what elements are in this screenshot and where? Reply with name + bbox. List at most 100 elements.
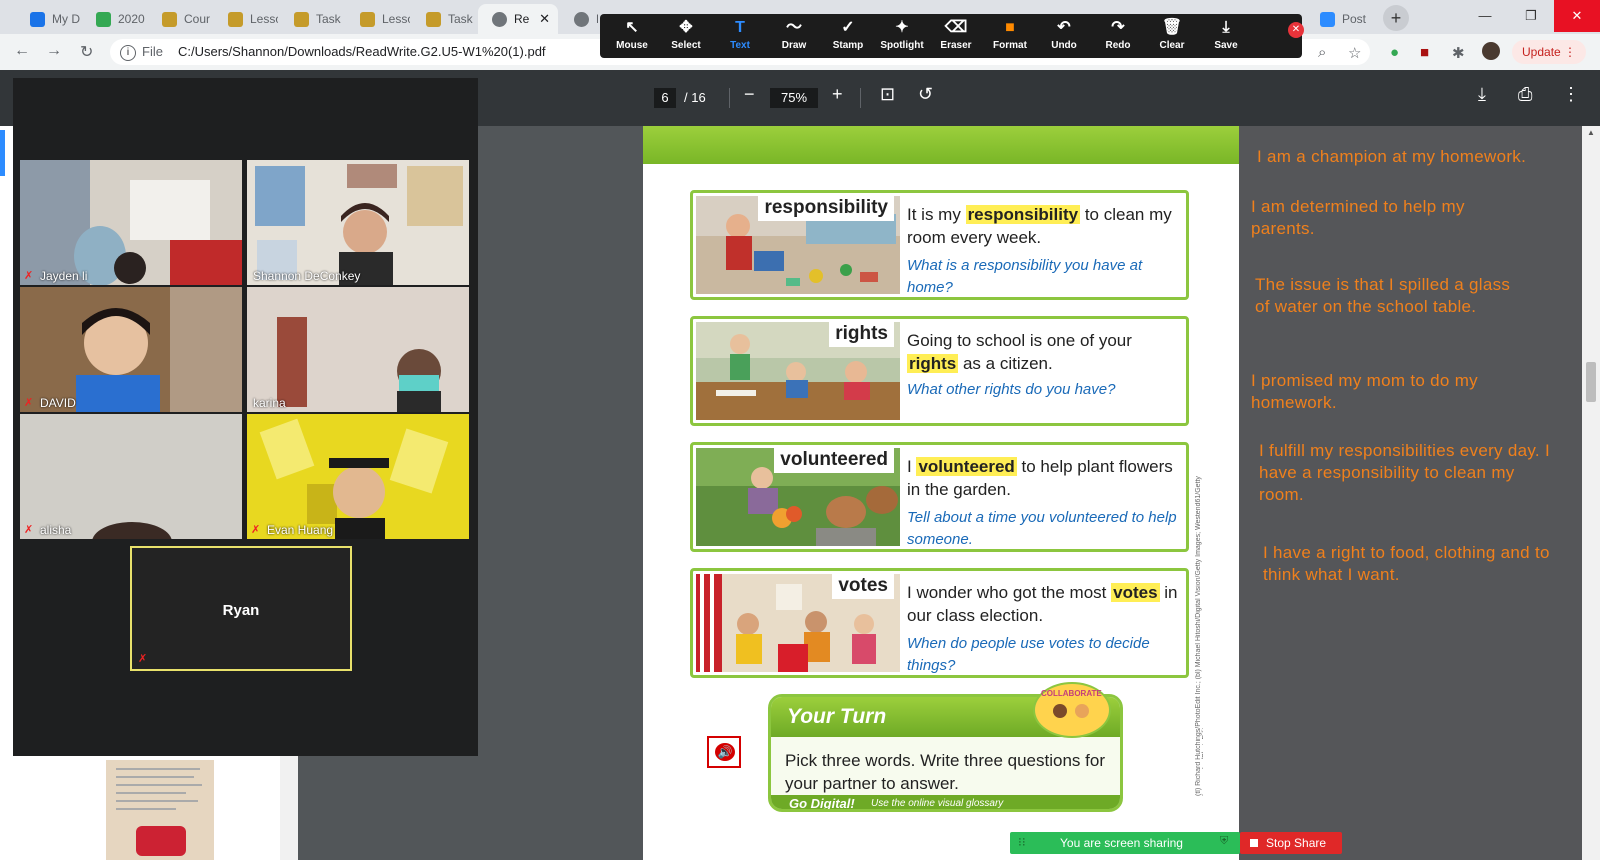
new-tab-button[interactable]: + (1383, 5, 1409, 31)
browser-tab[interactable]: Post (1306, 4, 1376, 34)
print-icon[interactable]: ⎙ (1518, 84, 1532, 105)
tab-title: Lesso (382, 12, 410, 26)
browser-tab[interactable]: Task (280, 4, 344, 34)
go-digital-label: Go Digital! (789, 796, 855, 811)
scroll-up-icon[interactable]: ▲ (1587, 128, 1595, 137)
sidebar-marker (0, 130, 5, 176)
classroom-icon (426, 12, 441, 27)
note-text[interactable]: The issue is that I spilled a glass of w… (1255, 274, 1525, 318)
browser-tab[interactable]: My D (16, 4, 80, 34)
spotlight-icon: ✦ (895, 19, 909, 36)
page-number-input[interactable]: 6 (654, 88, 676, 108)
scrollbar-thumb[interactable] (1586, 362, 1596, 402)
note-text[interactable]: I have a right to food, clothing and to … (1263, 542, 1553, 586)
note-text[interactable]: I promised my mom to do my homework. (1251, 370, 1541, 414)
tool-label: Format (993, 40, 1027, 51)
tab-title: Task (316, 12, 341, 26)
more-options-icon[interactable]: ⋮ (1562, 84, 1580, 105)
pdf-scrollbar[interactable]: ▲ (1582, 126, 1600, 860)
participant-name: alisha (40, 523, 72, 537)
page-thumbnail[interactable] (106, 760, 214, 860)
browser-tab[interactable]: Pr (560, 4, 598, 34)
participant-tile[interactable]: karina (247, 287, 469, 412)
participant-tile[interactable]: ✗ DAVID (20, 287, 242, 412)
kid-icon (1075, 704, 1089, 718)
tool-save-button[interactable]: ⤓ Save (1201, 16, 1251, 51)
browser-tab[interactable]: 2020 (82, 4, 146, 34)
browser-tab[interactable]: Lesso (346, 4, 410, 34)
fit-page-icon[interactable]: ⊡ (880, 84, 895, 105)
info-icon[interactable]: i (120, 45, 136, 61)
classroom-icon (294, 12, 309, 27)
note-text[interactable]: I fulfill my responsibilities every day.… (1259, 440, 1559, 506)
star-icon[interactable]: ☆ (1348, 44, 1361, 62)
close-tab-icon[interactable]: ✕ (539, 4, 550, 34)
participant-video (247, 414, 469, 539)
ublock-icon[interactable]: ■ (1420, 44, 1429, 61)
pdf-page: responsibility It is my responsibility t… (643, 126, 1239, 860)
participant-tile[interactable]: Shannon DeConkey (247, 160, 469, 285)
forward-icon[interactable]: → (46, 42, 62, 60)
reload-icon[interactable]: ↻ (80, 42, 93, 62)
tool-label: Select (671, 40, 701, 51)
rotate-icon[interactable]: ↺ (918, 84, 933, 105)
puzzle-icon[interactable]: ✱ (1452, 44, 1465, 62)
update-button[interactable]: Update ⋮ (1512, 40, 1586, 64)
browser-tab[interactable]: Lesso (214, 4, 278, 34)
back-icon[interactable]: ← (14, 42, 30, 60)
tool-format-button[interactable]: ■ Format (985, 16, 1035, 51)
screen-sharing-indicator[interactable]: ⁝⁝ You are screen sharing ⛨ (1010, 832, 1240, 854)
stop-icon (1250, 839, 1258, 847)
thumbnail-line (116, 776, 194, 778)
tool-eraser-button[interactable]: ⌫ Eraser (931, 16, 981, 51)
tool-text-button[interactable]: T Text (715, 16, 765, 51)
collaborate-label: COLLABORATE (1041, 689, 1102, 698)
tool-label: Clear (1159, 40, 1185, 51)
participant-tile[interactable]: ✗ alisha (20, 414, 242, 539)
vocab-card-votes: votes I wonder who got the most votes in… (690, 568, 1189, 678)
note-text[interactable]: I am determined to help my parents. (1251, 196, 1481, 240)
tab-title: My D (52, 12, 80, 26)
tool-undo-button[interactable]: ↶ Undo (1039, 16, 1089, 51)
zoom-in-icon[interactable]: + (832, 84, 843, 105)
tool-label: Draw (781, 40, 807, 51)
annotation-notes-area: I am a champion at my homework. I am det… (1239, 126, 1582, 860)
browser-tab[interactable]: Task (412, 4, 476, 34)
stop-share-button[interactable]: Stop Share (1240, 832, 1342, 854)
extension-icon[interactable]: ● (1390, 44, 1399, 61)
minimize-icon[interactable]: — (1462, 0, 1508, 32)
highlighted-word: volunteered (916, 457, 1017, 476)
tool-mouse-button[interactable]: ↖ Mouse (607, 16, 657, 51)
avatar[interactable] (1482, 42, 1500, 60)
participant-video (20, 160, 242, 285)
participant-name: DAVID (40, 396, 76, 410)
tool-draw-button[interactable]: 〜 Draw (769, 16, 819, 51)
audio-button[interactable]: 🔊 (707, 736, 741, 768)
close-annotation-icon[interactable]: ✕ (1288, 22, 1304, 38)
participant-video (20, 414, 242, 539)
tool-clear-button[interactable]: 🗑 Clear (1147, 16, 1197, 51)
sentence-part: It is my (907, 205, 966, 224)
download-icon[interactable]: ⤓ (1478, 84, 1486, 105)
tool-label: Stamp (832, 40, 864, 51)
browser-tab-active[interactable]: Re ✕ (478, 4, 558, 34)
tool-spotlight-button[interactable]: ✦ Spotlight (877, 16, 927, 51)
search-icon[interactable]: ⌕ (1318, 44, 1326, 61)
active-speaker-tile[interactable]: Ryan ✗ (130, 546, 352, 671)
tool-stamp-button[interactable]: ✓ Stamp (823, 16, 873, 51)
update-label: Update (1522, 45, 1561, 59)
toolbar-divider (860, 88, 861, 108)
participant-tile[interactable]: ✗ Jayden li (20, 160, 242, 285)
participant-tile[interactable]: ✗ Evan Huang (247, 414, 469, 539)
kid-icon (1053, 704, 1067, 718)
tool-redo-button[interactable]: ↷ Redo (1093, 16, 1143, 51)
close-window-icon[interactable]: ✕ (1554, 0, 1600, 32)
browser-tab[interactable]: Cour (148, 4, 212, 34)
note-text[interactable]: I am a champion at my homework. (1257, 146, 1587, 168)
tool-select-button[interactable]: ✥ Select (661, 16, 711, 51)
zoom-out-icon[interactable]: − (744, 84, 755, 105)
zoom-level-input[interactable]: 75% (770, 88, 818, 108)
tab-title: Pr (596, 12, 598, 26)
maximize-icon[interactable]: ❐ (1508, 0, 1554, 32)
participant-name: Evan Huang (267, 523, 334, 537)
